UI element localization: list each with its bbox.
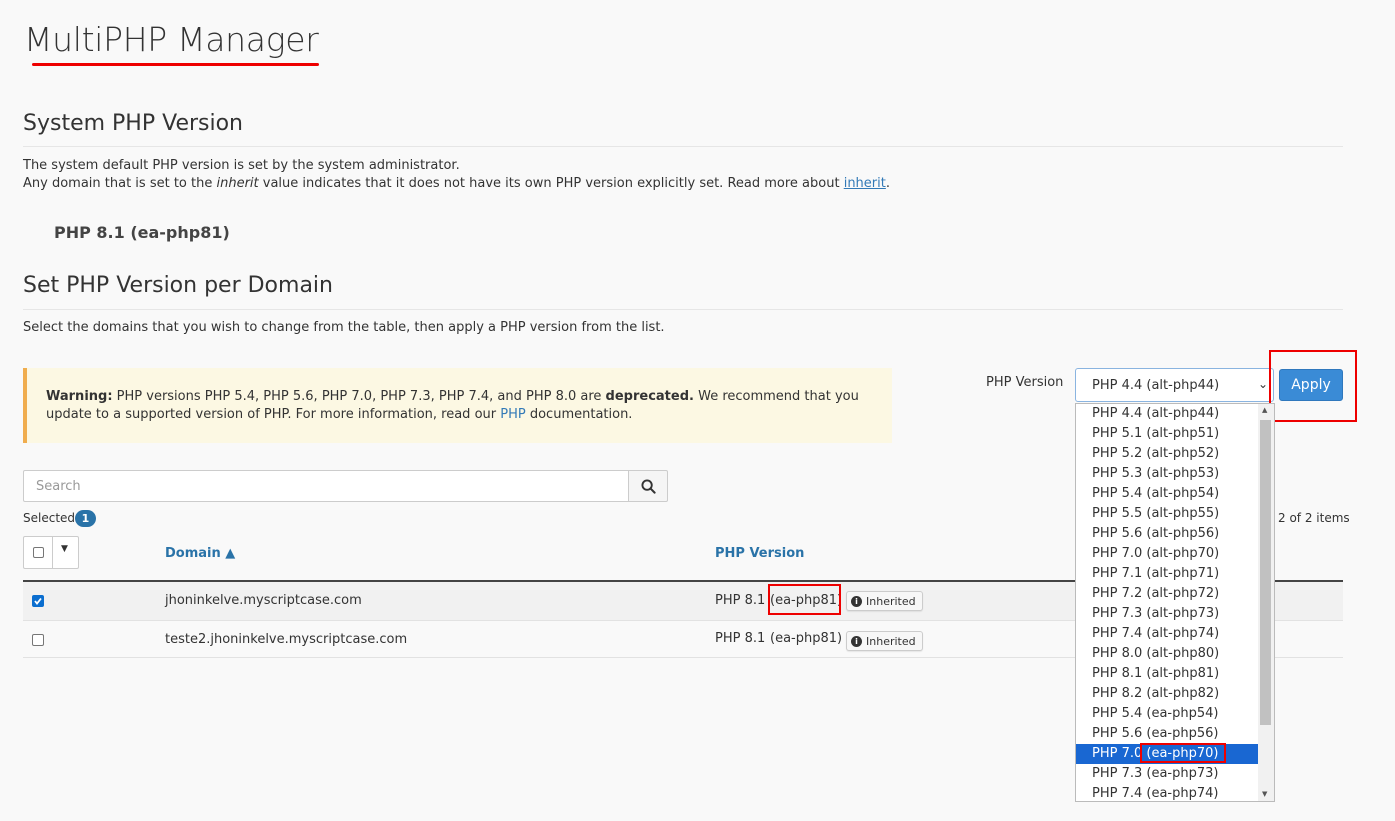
annotation-box	[1269, 350, 1357, 422]
items-count: 2 of 2 items	[1278, 511, 1350, 525]
php-version-option[interactable]: PHP 7.4 (alt-php74)	[1076, 624, 1258, 644]
divider	[23, 146, 1343, 147]
divider	[52, 537, 53, 568]
php-version-option[interactable]: PHP 7.0 (alt-php70)	[1076, 544, 1258, 564]
selected-count-badge: 1	[75, 510, 96, 527]
info-icon: i	[851, 635, 862, 647]
domain-cell: teste2.jhoninkelve.myscriptcase.com	[165, 632, 408, 647]
php-version-option[interactable]: PHP 4.4 (alt-php44)	[1076, 404, 1258, 424]
php-docs-link[interactable]: PHP	[500, 407, 525, 422]
warning-text: Warning: PHP versions PHP 5.4, PHP 5.6, …	[46, 389, 859, 422]
system-line-1: The system default PHP version is set by…	[23, 158, 460, 173]
php-version-option[interactable]: PHP 7.3 (ea-php73)	[1076, 764, 1258, 784]
system-php-version: PHP 8.1 (ea-php81)	[54, 223, 230, 242]
per-domain-heading: Set PHP Version per Domain	[23, 273, 333, 298]
php-version-column-header: PHP Version	[715, 546, 805, 561]
scroll-up-icon[interactable]: ▲	[1262, 406, 1267, 414]
system-line-2: Any domain that is set to the inherit va…	[23, 176, 890, 191]
bulk-select-group	[23, 536, 79, 569]
php-version-option[interactable]: PHP 5.1 (alt-php51)	[1076, 424, 1258, 444]
search-button[interactable]	[628, 470, 668, 502]
php-version-option[interactable]: PHP 7.3 (alt-php73)	[1076, 604, 1258, 624]
page-title: MultiPHP Manager	[24, 20, 319, 59]
php-version-cell: PHP 8.1	[715, 593, 770, 608]
php-version-label: PHP Version	[986, 375, 1064, 390]
scroll-down-icon[interactable]: ▼	[1262, 790, 1267, 798]
php-version-option[interactable]: PHP 5.6 (alt-php56)	[1076, 524, 1258, 544]
bulk-select-dropdown-icon[interactable]: ▼	[61, 544, 68, 554]
annotation-box	[1140, 743, 1226, 763]
inherit-link[interactable]: inherit	[844, 176, 886, 191]
php-version-option[interactable]: PHP 5.6 (ea-php56)	[1076, 724, 1258, 744]
selected-label: Selected	[23, 511, 76, 525]
php-version-option[interactable]: PHP 7.2 (alt-php72)	[1076, 584, 1258, 604]
system-php-heading: System PHP Version	[23, 111, 243, 136]
domain-column-header[interactable]: Domain ▲	[165, 546, 235, 561]
php-version-option[interactable]: PHP 7.1 (alt-php71)	[1076, 564, 1258, 584]
annotation-box	[768, 584, 841, 615]
php-version-option[interactable]: PHP 5.4 (alt-php54)	[1076, 484, 1258, 504]
chevron-down-icon: ⌄	[1258, 377, 1269, 391]
divider	[23, 309, 1343, 310]
php-version-option[interactable]: PHP 5.2 (alt-php52)	[1076, 444, 1258, 464]
select-all-checkbox[interactable]	[33, 547, 44, 558]
annotation-underline	[32, 63, 319, 66]
system-description: The system default PHP version is set by…	[23, 157, 1343, 193]
php-version-code: (ea-php81)	[770, 631, 843, 646]
inherited-badge[interactable]: i Inherited	[846, 591, 923, 611]
search-icon	[640, 478, 656, 494]
per-domain-description: Select the domains that you wish to chan…	[23, 320, 665, 335]
php-version-option[interactable]: PHP 8.1 (alt-php81)	[1076, 664, 1258, 684]
search-input[interactable]	[23, 470, 629, 502]
domain-cell: jhoninkelve.myscriptcase.com	[165, 593, 362, 608]
php-version-select[interactable]: PHP 4.4 (alt-php44)	[1075, 368, 1274, 402]
php-version-option[interactable]: PHP 8.0 (alt-php80)	[1076, 644, 1258, 664]
info-icon: i	[851, 595, 862, 607]
row-checkbox[interactable]	[32, 595, 44, 607]
php-version-option[interactable]: PHP 8.2 (alt-php82)	[1076, 684, 1258, 704]
row-checkbox[interactable]	[32, 634, 44, 646]
php-version-option[interactable]: PHP 7.4 (ea-php74)	[1076, 784, 1258, 801]
php-version-option[interactable]: PHP 5.4 (ea-php54)	[1076, 704, 1258, 724]
php-version-cell: PHP 8.1	[715, 631, 770, 646]
php-version-option[interactable]: PHP 5.3 (alt-php53)	[1076, 464, 1258, 484]
php-version-option[interactable]: PHP 5.5 (alt-php55)	[1076, 504, 1258, 524]
inherited-badge[interactable]: i Inherited	[846, 631, 923, 651]
scrollbar-thumb[interactable]	[1260, 420, 1271, 725]
